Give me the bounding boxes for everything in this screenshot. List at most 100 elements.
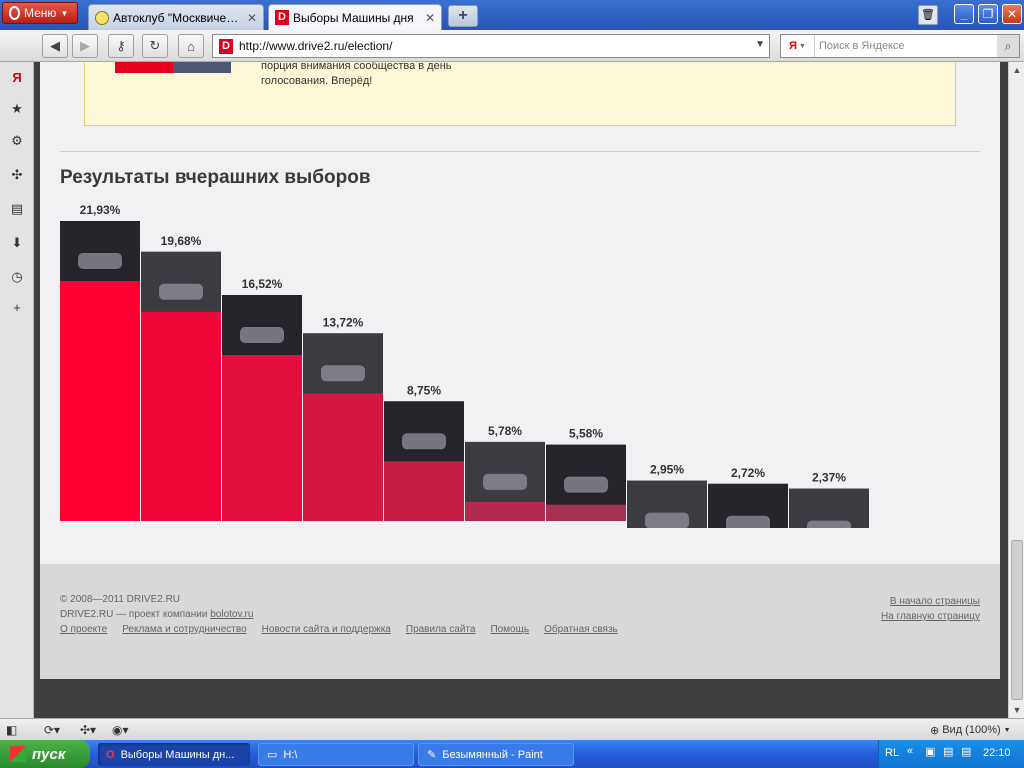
yandex-engine-button[interactable]: Я ▼ — [781, 35, 815, 57]
clock[interactable]: 22:10 — [983, 747, 1011, 759]
bar-group[interactable]: 2,37% — [789, 471, 869, 528]
tab-avtoklub[interactable]: Автоклуб "Москвичема... ✕ — [88, 4, 264, 30]
car-photo[interactable] — [141, 251, 221, 312]
close-tab-icon[interactable]: ✕ — [247, 11, 257, 25]
scroll-down-icon[interactable]: ▼ — [1009, 702, 1024, 718]
chevron-down-icon: ▼ — [60, 8, 69, 18]
bar-group[interactable]: 13,72% — [303, 315, 383, 521]
car-photo[interactable] — [222, 295, 302, 356]
downloads-icon[interactable]: ⬇ — [8, 234, 26, 252]
home-button[interactable]: ⌂ — [178, 34, 204, 58]
scroll-up-icon[interactable]: ▲ — [1009, 62, 1024, 78]
bar-value-label: 19,68% — [161, 234, 202, 248]
opera-menu-button[interactable]: Меню ▼ — [2, 2, 78, 24]
copyright: © 2008—2011 DRIVE2.RU — [60, 594, 181, 605]
search-input[interactable]: Поиск в Яндексе — [815, 40, 997, 52]
opera-logo-icon — [9, 6, 20, 20]
bar-group[interactable]: 2,95% — [627, 463, 707, 528]
widgets-icon[interactable]: ⚙ — [8, 132, 26, 150]
bar-value-label: 21,93% — [80, 203, 121, 217]
company-link[interactable]: bolotov.ru — [210, 609, 253, 620]
bar-group[interactable]: 19,68% — [141, 234, 221, 521]
key-icon[interactable]: ⚷ — [108, 34, 134, 58]
sync-icon[interactable]: ⟳▾ — [44, 722, 60, 738]
new-tab-button[interactable]: + — [448, 5, 478, 27]
close-tab-icon[interactable]: ✕ — [425, 11, 435, 25]
site-favicon-icon: D — [219, 38, 233, 54]
bar-group[interactable]: 16,52% — [222, 277, 302, 521]
zoom-icon: ⊕ — [930, 724, 940, 737]
car-photo[interactable] — [303, 333, 383, 394]
language-indicator[interactable]: RL — [885, 747, 899, 759]
to-top-link[interactable]: В начало страницы — [890, 596, 980, 607]
club-favicon-icon — [95, 10, 109, 25]
link-rules[interactable]: Правила сайта — [406, 624, 476, 635]
turbo-icon[interactable]: ◉▾ — [112, 722, 129, 738]
car-photo[interactable] — [465, 441, 545, 502]
scroll-thumb[interactable] — [1011, 540, 1023, 700]
history-icon[interactable]: ◷ — [8, 268, 26, 286]
bar-value-label: 2,37% — [812, 471, 846, 485]
forward-button[interactable]: ▶ — [72, 34, 98, 58]
zoom-control[interactable]: ⊕ Вид (100%) ▼ — [930, 722, 1011, 738]
tray-expand-icon[interactable]: « — [907, 745, 913, 757]
close-window-button[interactable]: ✕ — [1002, 4, 1022, 24]
back-button[interactable]: ◀ — [42, 34, 68, 58]
bar-group[interactable]: 2,72% — [708, 466, 788, 528]
car-photo[interactable] — [60, 221, 140, 281]
notes-icon[interactable]: ▤ — [8, 200, 26, 218]
link-about[interactable]: О проекте — [60, 624, 107, 635]
add-panel-icon[interactable]: + — [8, 298, 26, 316]
vertical-scrollbar[interactable]: ▲ ▼ — [1008, 62, 1024, 718]
bar-group[interactable]: 5,58% — [546, 427, 626, 521]
tab-elections[interactable]: D Выборы Машины дня ✕ — [268, 4, 442, 30]
minimize-button[interactable]: _ — [954, 4, 974, 24]
reload-button[interactable]: ↻ — [142, 34, 168, 58]
to-home-link[interactable]: На главную страницу — [881, 611, 980, 622]
bookmarks-icon[interactable]: ★ — [8, 100, 26, 118]
car-silhouette-icon — [807, 520, 851, 528]
footer: © 2008—2011 DRIVE2.RU DRIVE2.RU — проект… — [40, 564, 1000, 679]
bar-group[interactable]: 21,93% — [60, 203, 140, 521]
car-silhouette-icon — [564, 476, 608, 493]
link-news[interactable]: Новости сайта и поддержка — [262, 624, 391, 635]
footer-links: О проекте Реклама и сотрудничество Новос… — [60, 624, 618, 635]
chevron-down-icon[interactable]: ▼ — [755, 39, 765, 50]
search-box[interactable]: Я ▼ Поиск в Яндексе ⌕ — [780, 34, 1020, 58]
tab-title: Автоклуб "Москвичема... — [113, 10, 243, 25]
search-icon[interactable]: ⌕ — [997, 35, 1019, 57]
car-silhouette-icon — [159, 283, 203, 300]
bar-group[interactable]: 5,78% — [465, 424, 545, 521]
unite-status-icon[interactable]: ✣▾ — [80, 722, 96, 738]
network-icon[interactable]: ▣ — [925, 745, 935, 758]
task-browser[interactable]: O Выборы Машины дн... — [98, 743, 250, 766]
bar-value-label: 8,75% — [407, 383, 441, 397]
trash-icon[interactable]: 🗑 — [918, 5, 938, 25]
car-silhouette-icon — [321, 365, 365, 382]
notice-text: порция внимания сообщества в день голосо… — [261, 62, 452, 87]
car-silhouette-icon — [726, 515, 770, 528]
start-button[interactable]: пуск — [0, 740, 90, 768]
navigation-bar: ◀ ▶ ⚷ ↻ ⌂ D http://www.drive2.ru/electio… — [0, 30, 1024, 62]
restore-button[interactable]: ❐ — [978, 4, 998, 24]
car-silhouette-icon — [240, 327, 284, 344]
display-icon[interactable]: ▤ — [961, 745, 971, 758]
results-title: Результаты вчерашних выборов — [60, 167, 371, 188]
link-feedback[interactable]: Обратная связь — [544, 624, 618, 635]
task-explorer[interactable]: ▭ H:\ — [258, 743, 414, 766]
windows-logo-icon — [10, 746, 26, 762]
divider — [60, 151, 980, 152]
address-bar[interactable]: D http://www.drive2.ru/election/ ▼ — [212, 34, 770, 58]
yandex-panel-icon[interactable]: Я — [8, 68, 26, 86]
link-advertising[interactable]: Реклама и сотрудничество — [122, 624, 246, 635]
unite-icon[interactable]: ✣ — [8, 166, 26, 184]
panel-toggle-icon[interactable]: ◧ — [6, 722, 17, 738]
monitor-icon[interactable]: ▤ — [943, 745, 953, 758]
link-help[interactable]: Помощь — [490, 624, 529, 635]
car-photo[interactable] — [546, 444, 626, 505]
task-paint[interactable]: ✎ Безымянный - Paint — [418, 743, 574, 766]
browser-sidebar: Я ★ ⚙ ✣ ▤ ⬇ ◷ + — [0, 62, 34, 718]
browser-tab-bar: Меню ▼ Автоклуб "Москвичема... ✕ D Выбор… — [0, 0, 1024, 30]
car-photo[interactable] — [384, 401, 464, 462]
bar-group[interactable]: 8,75% — [384, 383, 464, 521]
